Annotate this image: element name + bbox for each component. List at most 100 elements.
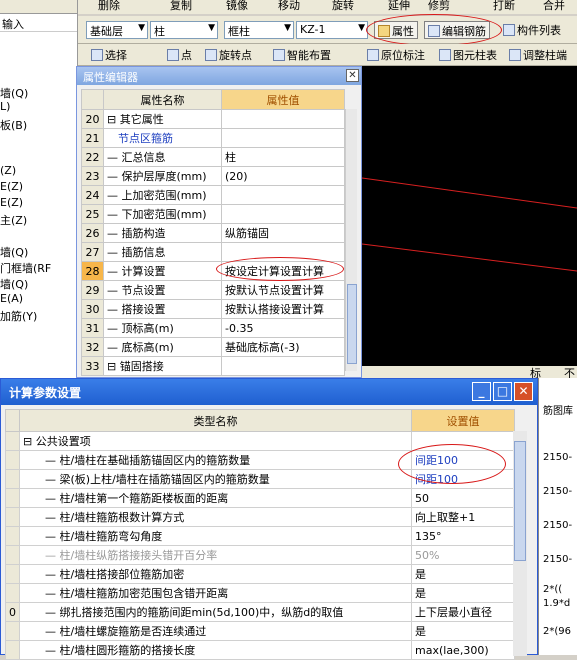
mirror-button[interactable]: 镜像 <box>226 0 248 13</box>
property-scrollbar[interactable] <box>345 109 357 371</box>
property-value[interactable] <box>221 128 345 148</box>
property-row[interactable]: 22— 汇总信息柱 <box>81 147 345 167</box>
row-number: 28 <box>81 261 104 281</box>
nav-item[interactable]: E(A) <box>0 292 23 305</box>
minimize-icon[interactable]: _ <box>472 382 491 401</box>
param-name-text: 柱/墙柱箍筋根数计算方式 <box>59 511 185 524</box>
left-nav-panel: 输入 墙(Q) L) 板(B) (Z) E(Z) E(Z) 主(Z) 墙(Q) … <box>0 0 78 380</box>
copy-button[interactable]: 复制 <box>170 0 192 13</box>
close-icon[interactable]: ✕ <box>346 69 359 82</box>
close-icon[interactable]: ✕ <box>514 382 533 401</box>
scrollbar-thumb[interactable] <box>514 441 526 561</box>
param-value[interactable]: 是 <box>411 564 515 584</box>
annotation-circle <box>398 444 506 484</box>
param-row[interactable]: — 柱/墙柱箍筋弯勾角度 135° <box>5 526 515 546</box>
nav-item[interactable]: 板(B) <box>0 117 27 133</box>
move-button[interactable]: 移动 <box>278 0 300 13</box>
property-row[interactable]: 20 ⊟ 其它属性 <box>81 109 345 129</box>
row-marker: 0 <box>5 602 20 622</box>
param-row[interactable]: — 柱/墙柱第一个箍筋距楼板面的距离 50 <box>5 488 515 508</box>
drawing-canvas[interactable] <box>361 66 577 366</box>
category-select[interactable]: 柱 ▼ <box>150 21 218 39</box>
param-value[interactable]: 上下层最小直径 <box>411 602 515 622</box>
tree-indent: — <box>107 303 122 316</box>
property-row[interactable]: 31— 顶标高(m) -0.35 <box>81 318 345 338</box>
nav-item[interactable]: 门框墙(RF <box>0 260 51 276</box>
param-row[interactable]: — 柱/墙柱圆形箍筋的搭接长度 max(lae,300) <box>5 640 515 660</box>
property-value[interactable]: (20) <box>221 166 345 186</box>
property-value[interactable]: 纵筋锚固 <box>221 223 345 243</box>
param-value[interactable]: 是 <box>411 621 515 641</box>
rebar-formula: 2*(( <box>543 584 563 595</box>
nav-item[interactable]: 主(Z) <box>0 212 27 228</box>
property-value[interactable]: 按默认节点设置计算 <box>221 280 345 300</box>
calc-scrollbar[interactable] <box>513 431 527 656</box>
param-row[interactable]: — 柱/墙柱搭接部位箍筋加密是 <box>5 564 515 584</box>
property-row[interactable]: 23— 保护层厚度(mm) (20) <box>81 166 345 186</box>
property-value[interactable]: 基础底标高(-3) <box>221 337 345 357</box>
param-value[interactable]: 135° <box>411 526 515 546</box>
property-row[interactable]: 21 节点区箍筋 <box>81 128 345 148</box>
param-row[interactable]: — 柱/墙柱纵筋搭接接头错开百分率 50% <box>5 545 515 565</box>
param-row[interactable]: — 柱/墙柱箍筋根数计算方式 向上取整+1 <box>5 507 515 527</box>
chevron-down-icon: ▼ <box>284 23 291 33</box>
nav-item[interactable]: L) <box>0 100 10 113</box>
extend-button[interactable]: 延伸 <box>388 0 410 13</box>
property-name: — 计算设置 <box>103 261 222 281</box>
param-value[interactable]: 50% <box>411 545 515 565</box>
param-row[interactable]: 0 — 绑扎搭接范围内的箍筋间距min(5d,100)中，纵筋d的取值 上下层最小… <box>5 602 515 622</box>
delete-button[interactable]: 删除 <box>98 0 120 13</box>
nav-item[interactable]: 墙(Q) <box>0 244 28 260</box>
element-select[interactable]: KZ-1 ▼ <box>296 21 368 39</box>
point-button[interactable]: 点 <box>164 46 195 64</box>
adjust-column-end-button[interactable]: 调整柱端 <box>506 46 570 64</box>
type-select[interactable]: 框柱 ▼ <box>224 21 294 39</box>
nav-item[interactable]: 墙(Q) <box>0 276 28 292</box>
param-value[interactable]: 50 <box>411 488 515 508</box>
maximize-icon[interactable]: □ <box>493 382 512 401</box>
tree-indent: — <box>23 644 60 657</box>
param-value[interactable]: max(lae,300) <box>411 640 515 660</box>
calc-dialog-titlebar[interactable]: 计算参数设置 _ □ ✕ <box>1 379 537 405</box>
trim-button[interactable]: 修剪 <box>428 0 450 13</box>
left-panel-tab[interactable] <box>0 0 77 14</box>
nav-item[interactable]: 加筋(Y) <box>0 308 37 324</box>
param-value[interactable]: 是 <box>411 583 515 603</box>
smart-layout-button[interactable]: 智能布置 <box>270 46 334 64</box>
property-row[interactable]: 24— 上加密范围(mm) <box>81 185 345 205</box>
property-row[interactable]: 33 ⊟ 锚固搭接 <box>81 356 345 376</box>
property-row[interactable]: 29— 节点设置 按默认节点设置计算 <box>81 280 345 300</box>
select-button[interactable]: 选择 <box>88 46 130 64</box>
property-value[interactable]: -0.35 <box>221 318 345 338</box>
column-table-button[interactable]: 图元柱表 <box>436 46 500 64</box>
property-row[interactable]: 32— 底标高(m) 基础底标高(-3) <box>81 337 345 357</box>
nav-item[interactable]: (Z) <box>0 164 16 177</box>
left-panel-input[interactable]: 输入 <box>0 14 77 32</box>
property-row[interactable]: 25— 下加密范围(mm) <box>81 204 345 224</box>
tree-indent: — <box>23 606 60 619</box>
rotate-button[interactable]: 旋转 <box>332 0 354 13</box>
property-editor-titlebar[interactable]: 属性编辑器 ✕ <box>77 67 361 85</box>
component-list-button[interactable]: 构件列表 <box>500 21 564 39</box>
param-row[interactable]: — 柱/墙柱箍筋加密范围包含错开距离是 <box>5 583 515 603</box>
nav-item[interactable]: E(Z) <box>0 180 23 193</box>
break-button[interactable]: 打断 <box>493 0 515 13</box>
param-row[interactable]: — 柱/墙柱螺旋箍筋是否连续通过是 <box>5 621 515 641</box>
property-value[interactable] <box>221 109 345 129</box>
floor-select[interactable]: 基础层 ▼ <box>86 21 148 39</box>
nav-item[interactable]: E(Z) <box>0 196 23 209</box>
property-value[interactable] <box>221 204 345 224</box>
in-place-label-button[interactable]: 原位标注 <box>364 46 428 64</box>
param-name: — 梁(板)上柱/墙柱在插筋锚固区内的箍筋数量 <box>19 469 412 489</box>
property-row[interactable]: 26— 插筋构造 纵筋锚固 <box>81 223 345 243</box>
merge-button[interactable]: 合并 <box>543 0 565 13</box>
nav-item[interactable]: 墙(Q) <box>0 85 28 101</box>
property-value[interactable] <box>221 356 345 376</box>
scrollbar-thumb[interactable] <box>347 284 357 364</box>
property-value[interactable]: 柱 <box>221 147 345 167</box>
property-row[interactable]: 30— 搭接设置 按默认搭接设置计算 <box>81 299 345 319</box>
property-value[interactable] <box>221 185 345 205</box>
rotate-point-button[interactable]: 旋转点 <box>202 46 255 64</box>
property-value[interactable]: 按默认搭接设置计算 <box>221 299 345 319</box>
param-value[interactable]: 向上取整+1 <box>411 507 515 527</box>
